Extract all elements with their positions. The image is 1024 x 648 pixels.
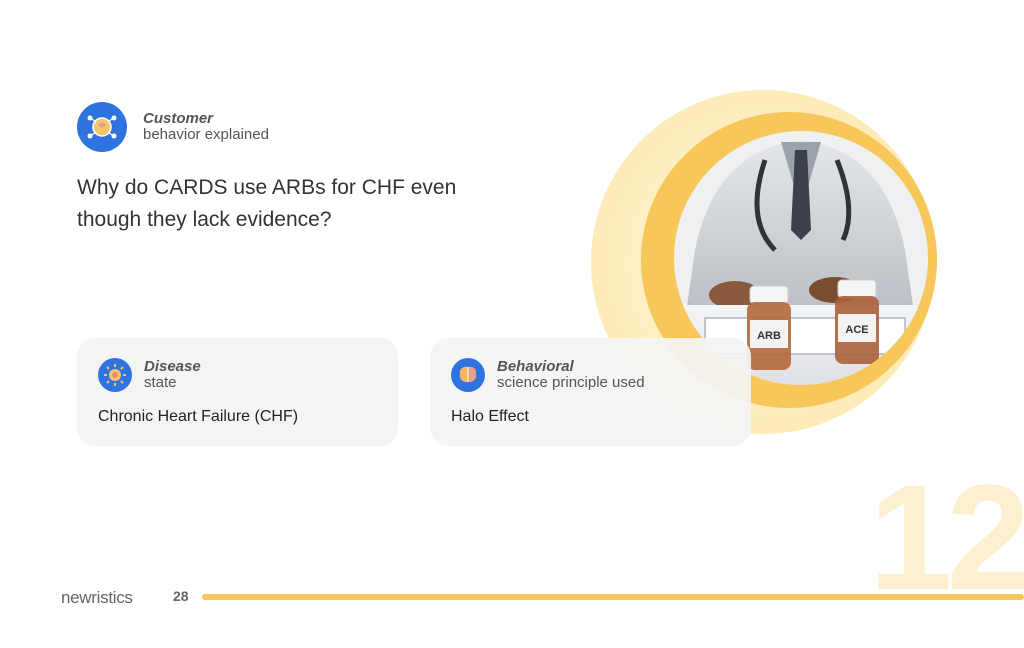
header-subtitle: behavior explained <box>143 126 269 143</box>
section-header: Customer behavior explained <box>77 102 269 152</box>
behavioral-principle-card: Behavioral science principle used Halo E… <box>430 338 751 446</box>
page-number: 28 <box>173 588 189 604</box>
bottle-label-ace: ACE <box>845 324 868 336</box>
brain-icon <box>451 358 485 392</box>
bottle-label-arb: ARB <box>757 330 781 342</box>
brand-logo: newristics <box>61 588 133 607</box>
behavioral-label: Behavioral <box>497 358 574 375</box>
section-number: 12 <box>869 453 1024 621</box>
behavioral-sublabel: science principle used <box>497 374 645 391</box>
header-title: Customer <box>143 110 214 127</box>
footer-divider <box>202 594 1024 600</box>
disease-label: Disease <box>144 358 201 375</box>
sun-virus-icon <box>98 358 132 392</box>
behavioral-value: Halo Effect <box>451 408 529 425</box>
disease-sublabel: state <box>144 374 177 391</box>
disease-value: Chronic Heart Failure (CHF) <box>98 408 299 425</box>
brain-network-icon <box>77 102 127 152</box>
question-heading: Why do CARDS use ARBs for CHF even thoug… <box>77 176 457 231</box>
disease-state-card: Disease state Chronic Heart Failure (CHF… <box>77 338 398 446</box>
